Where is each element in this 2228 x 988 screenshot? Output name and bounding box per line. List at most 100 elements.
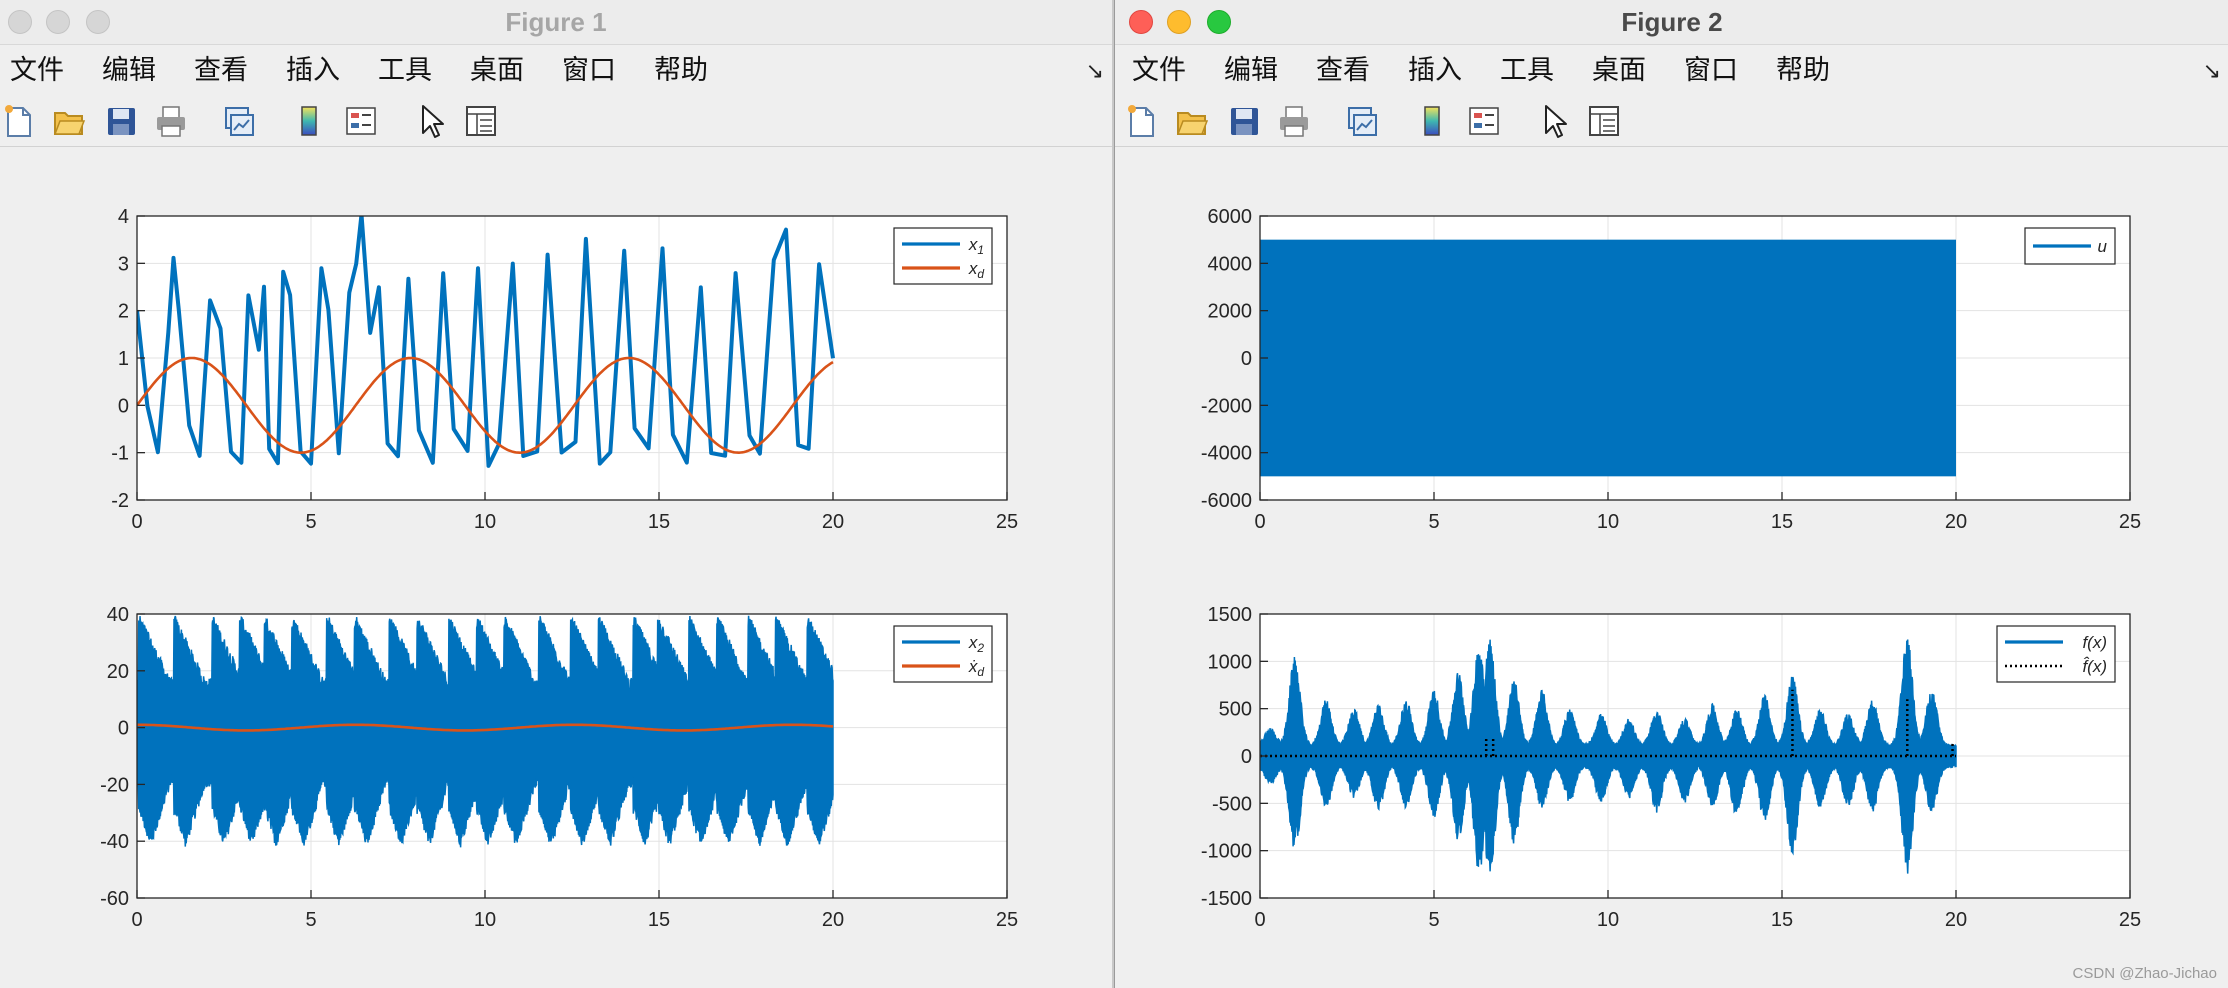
menu-view[interactable]: 查看 bbox=[1316, 50, 1370, 92]
print-icon[interactable] bbox=[1277, 103, 1311, 139]
dock-arrow-icon[interactable]: ↘ bbox=[1086, 58, 1104, 84]
y-tick-label: 0 bbox=[1241, 746, 1252, 768]
x-tick-label: 0 bbox=[1254, 909, 1265, 930]
dock-arrow-icon[interactable]: ↘ bbox=[2203, 58, 2221, 84]
y-tick-label: -500 bbox=[1212, 793, 1252, 815]
menu-tools[interactable]: 工具 bbox=[378, 50, 432, 92]
y-tick-label: 0 bbox=[1241, 348, 1252, 370]
x-tick-label: 0 bbox=[131, 511, 142, 533]
y-tick-label: 4000 bbox=[1208, 253, 1253, 275]
save-icon[interactable] bbox=[104, 103, 138, 139]
y-tick-label: -1 bbox=[111, 443, 129, 465]
menu-desktop[interactable]: 桌面 bbox=[1592, 50, 1646, 92]
x-tick-label: 10 bbox=[474, 909, 496, 930]
x-tick-label: 10 bbox=[1597, 511, 1619, 533]
property-inspector-icon[interactable] bbox=[464, 103, 498, 139]
y-tick-label: 2000 bbox=[1208, 301, 1253, 323]
x-tick-label: 25 bbox=[996, 511, 1018, 533]
window-title: Figure 1 bbox=[505, 7, 607, 37]
y-tick-label: -1000 bbox=[1201, 841, 1252, 863]
legend-label: f̂(x) bbox=[2082, 656, 2107, 676]
menu-help[interactable]: 帮助 bbox=[654, 50, 708, 92]
x-tick-label: 20 bbox=[822, 909, 844, 930]
open-file-icon[interactable] bbox=[52, 103, 86, 139]
legend: x1xd bbox=[893, 227, 993, 285]
legend-icon[interactable] bbox=[344, 103, 378, 139]
title-bar[interactable]: Figure 2 bbox=[1115, 0, 2228, 45]
new-figure-icon[interactable] bbox=[1125, 103, 1159, 139]
y-tick-label: 40 bbox=[107, 604, 129, 626]
title-bar[interactable]: Figure 1 bbox=[0, 0, 1112, 45]
y-tick-label: 20 bbox=[107, 661, 129, 683]
x-tick-label: 5 bbox=[1428, 511, 1439, 533]
legend: f(x) f̂(x) bbox=[1996, 625, 2116, 683]
x-tick-label: 20 bbox=[822, 511, 844, 533]
menu-window[interactable]: 窗口 bbox=[1684, 50, 1738, 92]
x-tick-label: 20 bbox=[1945, 909, 1967, 930]
menu-file[interactable]: 文件 bbox=[1132, 50, 1186, 92]
x-tick-label: 0 bbox=[1254, 511, 1265, 533]
colorbar-icon[interactable] bbox=[292, 103, 326, 139]
watermark: CSDN @Zhao-Jichao bbox=[2072, 965, 2217, 982]
y-tick-label: 0 bbox=[118, 718, 129, 740]
y-tick-label: 3 bbox=[118, 253, 129, 275]
pointer-icon[interactable] bbox=[1537, 103, 1571, 139]
y-tick-label: -6000 bbox=[1201, 490, 1252, 512]
menu-insert[interactable]: 插入 bbox=[286, 50, 340, 92]
menu-insert[interactable]: 插入 bbox=[1408, 50, 1462, 92]
window-title: Figure 2 bbox=[1621, 7, 1723, 37]
x-tick-label: 10 bbox=[474, 511, 496, 533]
open-file-icon[interactable] bbox=[1175, 103, 1209, 139]
y-tick-label: 1 bbox=[118, 348, 129, 370]
y-tick-label: -1500 bbox=[1201, 888, 1252, 910]
plot-axes-fig1_bottom: 0 5 10 15 20 25 -60 -40 -20 0 20 40 x2ẋd bbox=[100, 604, 1018, 930]
plot-axes-fig1_top: 0 5 10 15 20 25 -2 -1 0 1 2 3 4 x1xd bbox=[111, 206, 1018, 533]
x-tick-label: 15 bbox=[648, 909, 670, 930]
link-plot-icon[interactable] bbox=[222, 103, 256, 139]
legend-label: f(x) bbox=[2082, 633, 2107, 652]
menu-file[interactable]: 文件 bbox=[10, 50, 64, 92]
series-u-line bbox=[1260, 239, 1956, 477]
print-icon[interactable] bbox=[154, 103, 188, 139]
figure-2-window: Figure 2 文件 编辑 查看 插入 工具 桌面 窗口 帮助 ↘ 0 5 10 1… bbox=[1114, 0, 2228, 988]
link-plot-icon[interactable] bbox=[1345, 103, 1379, 139]
legend-icon[interactable] bbox=[1467, 103, 1501, 139]
colorbar-icon[interactable] bbox=[1415, 103, 1449, 139]
figure-2-canvas[interactable]: 0 5 10 15 20 25-6000-4000-20000200040006000u0… bbox=[1115, 150, 2228, 930]
y-tick-label: 0 bbox=[118, 395, 129, 417]
series-group bbox=[1260, 239, 1956, 477]
pointer-icon[interactable] bbox=[414, 103, 448, 139]
x-tick-label: 15 bbox=[648, 511, 670, 533]
plot-axes-fig2_top: 0 5 10 15 20 25 -6000 -4000 -2000 0 2000 4000 6000 u bbox=[1201, 206, 2141, 533]
y-tick-label: -60 bbox=[100, 888, 129, 910]
plot-axes-fig2_bottom: 0 5 10 15 20 25 -1500 -1000 -500 0 500 1000 1500 f(x)… bbox=[1201, 604, 2141, 930]
legend: x2ẋd bbox=[893, 625, 993, 683]
legend-label: u bbox=[2098, 237, 2108, 256]
property-inspector-icon[interactable] bbox=[1587, 103, 1621, 139]
y-tick-label: 4 bbox=[118, 206, 129, 228]
new-figure-icon[interactable] bbox=[2, 103, 36, 139]
x-tick-label: 20 bbox=[1945, 511, 1967, 533]
menu-edit[interactable]: 编辑 bbox=[1224, 50, 1278, 92]
y-tick-label: -20 bbox=[100, 774, 129, 796]
menu-bar: 文件 编辑 查看 插入 工具 桌面 窗口 帮助 ↘ bbox=[1115, 50, 2228, 92]
menu-desktop[interactable]: 桌面 bbox=[470, 50, 524, 92]
y-tick-label: -2000 bbox=[1201, 395, 1252, 417]
y-tick-label: 6000 bbox=[1208, 206, 1253, 228]
save-icon[interactable] bbox=[1227, 103, 1261, 139]
x-tick-label: 10 bbox=[1597, 909, 1619, 930]
menu-tools[interactable]: 工具 bbox=[1500, 50, 1554, 92]
menu-bar: 文件 编辑 查看 插入 工具 桌面 窗口 帮助 ↘ bbox=[0, 50, 1112, 92]
menu-help[interactable]: 帮助 bbox=[1776, 50, 1830, 92]
toolbar bbox=[0, 98, 1112, 147]
menu-window[interactable]: 窗口 bbox=[562, 50, 616, 92]
y-tick-label: 1500 bbox=[1208, 604, 1253, 626]
legend: u bbox=[2024, 227, 2116, 265]
toolbar bbox=[1115, 98, 2228, 147]
y-tick-label: 500 bbox=[1219, 699, 1252, 721]
menu-view[interactable]: 查看 bbox=[194, 50, 248, 92]
x-tick-label: 5 bbox=[305, 909, 316, 930]
figure-1-canvas[interactable]: 0 5 10 15 20 25 -2 -1 0 1 2 3 4 x1xd 0 5 10 15 20 25 -60 -40 -… bbox=[0, 150, 1112, 930]
menu-edit[interactable]: 编辑 bbox=[102, 50, 156, 92]
x-tick-label: 5 bbox=[1428, 909, 1439, 930]
